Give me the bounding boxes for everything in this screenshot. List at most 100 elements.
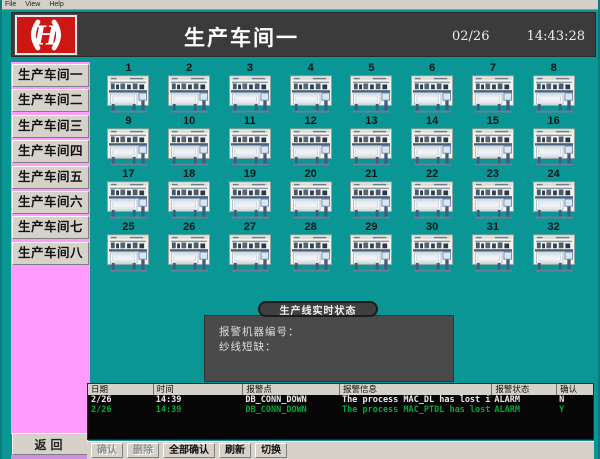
menu-bar: File View Help (2, 0, 600, 10)
machine-22[interactable]: 22 (402, 168, 463, 221)
machine-number: 32 (548, 221, 560, 234)
machine-4[interactable]: 4 (280, 62, 341, 115)
alarm-table-header: 日期时间报警点报警信息报警状态确认 (88, 384, 593, 395)
machine-32[interactable]: 32 (523, 221, 584, 274)
knitting-machine-icon (168, 128, 210, 166)
machine-number: 5 (368, 62, 374, 75)
machine-21[interactable]: 21 (341, 168, 402, 221)
header-clock: 14:43:28 (527, 29, 585, 44)
knitting-machine-icon (107, 181, 149, 219)
knitting-machine-icon (107, 128, 149, 166)
knitting-machine-icon (533, 128, 575, 166)
machine-24[interactable]: 24 (523, 168, 584, 221)
machine-number: 6 (429, 62, 435, 75)
machine-27[interactable]: 27 (220, 221, 281, 274)
column-header: 确认 (556, 384, 593, 395)
machine-14[interactable]: 14 (402, 115, 463, 168)
app-window: FileViewHelp H 生产车间一 02/26 14:43:28 生产车间… (0, 0, 600, 459)
machine-12[interactable]: 12 (280, 115, 341, 168)
machine-number: 15 (487, 115, 499, 128)
knitting-machine-icon (290, 75, 332, 113)
sidebar-item-workshop-7[interactable]: 生产车间七 (12, 216, 89, 239)
machine-26[interactable]: 26 (159, 221, 220, 274)
knitting-machine-icon (107, 75, 149, 113)
alarm-cell: 14:39 (153, 405, 243, 415)
alarm-cell: 14:39 (153, 395, 243, 405)
knitting-machine-icon (229, 128, 271, 166)
switch-button[interactable]: 切换 (255, 443, 287, 458)
knitting-machine-icon (229, 181, 271, 219)
sidebar-item-workshop-2[interactable]: 生产车间二 (12, 89, 89, 112)
machine-10[interactable]: 10 (159, 115, 220, 168)
machine-11[interactable]: 11 (220, 115, 281, 168)
alarm-cell: DB_CONN_DOWN (242, 405, 339, 415)
sidebar-item-workshop-1[interactable]: 生产车间一 (12, 64, 89, 87)
machine-2[interactable]: 2 (159, 62, 220, 115)
machine-9[interactable]: 9 (98, 115, 159, 168)
alarm-row[interactable]: 2/2614:39DB_CONN_DOWNThe process MAC_DL … (88, 395, 593, 405)
sidebar-item-workshop-4[interactable]: 生产车间四 (12, 140, 89, 163)
machine-number: 3 (247, 62, 253, 75)
machine-15[interactable]: 15 (463, 115, 524, 168)
menu-item-help[interactable]: Help (49, 1, 63, 8)
column-header: 报警状态 (491, 384, 556, 395)
alarm-cell: ALARM (491, 405, 556, 415)
sidebar-item-workshop-3[interactable]: 生产车间三 (12, 115, 89, 138)
machine-1[interactable]: 1 (98, 62, 159, 115)
ack-all-button[interactable]: 全部确认 (163, 443, 215, 458)
page-title: 生产车间一 (184, 22, 299, 52)
knitting-machine-icon (350, 75, 392, 113)
machine-number: 30 (426, 221, 438, 234)
machine-3[interactable]: 3 (220, 62, 281, 115)
knitting-machine-icon (411, 181, 453, 219)
machine-29[interactable]: 29 (341, 221, 402, 274)
machine-25[interactable]: 25 (98, 221, 159, 274)
knitting-machine-icon (290, 181, 332, 219)
alarm-row[interactable]: 2/2614:39DB_CONN_DOWNThe process MAC_PTD… (88, 405, 593, 415)
machine-30[interactable]: 30 (402, 221, 463, 274)
column-header: 报警信息 (339, 384, 491, 395)
machine-number: 18 (183, 168, 195, 181)
alarm-cell: Y (556, 405, 593, 415)
alarm-cell: 2/26 (88, 395, 153, 405)
knitting-machine-icon (411, 128, 453, 166)
column-header: 日期 (88, 384, 153, 395)
machine-13[interactable]: 13 (341, 115, 402, 168)
machine-6[interactable]: 6 (402, 62, 463, 115)
machine-number: 10 (183, 115, 195, 128)
machine-number: 27 (244, 221, 256, 234)
sidebar-item-workshop-5[interactable]: 生产车间五 (12, 166, 89, 189)
status-lines: 报警机器编号：纱线短缺： (219, 325, 453, 355)
knitting-machine-icon (411, 234, 453, 272)
machine-number: 7 (490, 62, 496, 75)
machine-number: 16 (548, 115, 560, 128)
knitting-machine-icon (533, 181, 575, 219)
machine-17[interactable]: 17 (98, 168, 159, 221)
back-button[interactable]: 返回 (12, 433, 89, 455)
status-line: 报警机器编号： (219, 325, 453, 340)
alarm-cell: 2/26 (88, 405, 153, 415)
machine-23[interactable]: 23 (463, 168, 524, 221)
knitting-machine-icon (472, 234, 514, 272)
sidebar-item-workshop-6[interactable]: 生产车间六 (12, 191, 89, 214)
refresh-button[interactable]: 刷新 (219, 443, 251, 458)
machine-19[interactable]: 19 (220, 168, 281, 221)
menu-item-view[interactable]: View (25, 1, 40, 8)
machine-8[interactable]: 8 (523, 62, 584, 115)
machine-18[interactable]: 18 (159, 168, 220, 221)
knitting-machine-icon (168, 234, 210, 272)
machine-16[interactable]: 16 (523, 115, 584, 168)
menu-item-file[interactable]: File (5, 1, 16, 8)
machine-number: 26 (183, 221, 195, 234)
alarm-cell: DB_CONN_DOWN (242, 395, 339, 405)
sidebar-item-workshop-8[interactable]: 生产车间八 (12, 242, 89, 265)
machine-20[interactable]: 20 (280, 168, 341, 221)
knitting-machine-icon (533, 75, 575, 113)
machine-number: 25 (122, 221, 134, 234)
header-date: 02/26 (452, 29, 489, 44)
machine-5[interactable]: 5 (341, 62, 402, 115)
machine-28[interactable]: 28 (280, 221, 341, 274)
machine-31[interactable]: 31 (463, 221, 524, 274)
machine-number: 11 (244, 115, 256, 128)
machine-7[interactable]: 7 (463, 62, 524, 115)
